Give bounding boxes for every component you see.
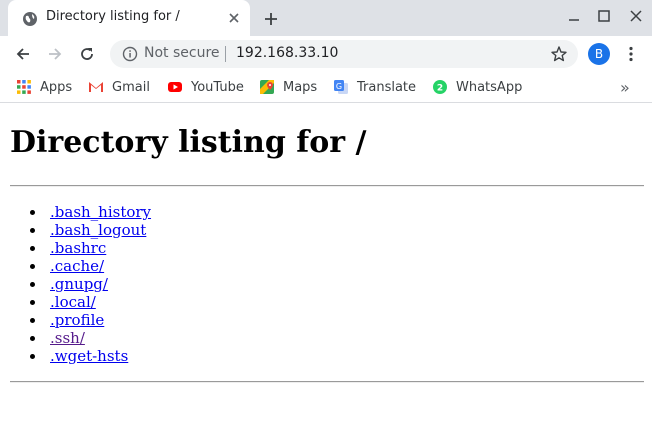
new-tab-icon[interactable] [262,10,280,28]
file-link[interactable]: .bashrc [50,239,106,257]
close-window-icon[interactable] [626,6,646,26]
folder-link[interactable]: .gnupg/ [50,275,108,293]
bookmark-label: YouTube [191,79,244,95]
profile-avatar[interactable]: B [588,43,610,65]
tab-title: Directory listing for / [46,9,180,24]
bottom-divider [10,381,644,383]
address-bar[interactable]: Not secure 192.168.33.10 [110,40,578,68]
svg-text:G: G [336,82,342,91]
more-vert-icon[interactable] [622,45,640,63]
folder-link[interactable]: .local/ [50,293,96,311]
bookmark-label: Apps [40,79,73,95]
not-secure-label: Not secure [144,45,220,61]
file-link[interactable]: .bash_logout [50,221,146,239]
bookmarks-overflow-icon[interactable]: » [620,78,630,97]
bookmarks-bar: Apps Gmail YouTube Maps G Translate 2 Wh… [0,72,652,103]
back-arrow-icon[interactable] [14,45,32,63]
file-link[interactable]: .bash_history [50,203,151,221]
bookmark-translate[interactable]: G Translate [333,78,416,96]
globe-icon [23,12,37,26]
bookmark-label: Maps [283,79,318,95]
whatsapp-icon: 2 [433,80,447,94]
translate-icon: G [334,80,348,94]
bookmark-youtube[interactable]: YouTube [167,78,244,96]
forward-arrow-icon[interactable] [46,45,64,63]
bookmark-label: Translate [357,79,417,95]
bookmark-maps[interactable]: Maps [259,78,317,96]
bookmark-whatsapp[interactable]: 2 WhatsApp [432,78,522,96]
page-content: Directory listing for / .bash_history .b… [0,103,652,440]
file-link[interactable]: .profile [50,311,104,329]
folder-link[interactable]: .ssh/ [50,329,85,347]
youtube-icon [168,82,182,92]
close-tab-icon[interactable] [226,10,242,26]
maximize-icon[interactable] [594,6,614,26]
apps-grid-icon [17,80,31,94]
info-icon[interactable] [122,46,138,62]
maps-icon [260,80,274,94]
tab-strip: Directory listing for / [0,0,652,36]
top-divider [10,185,644,187]
divider [225,46,226,62]
url-text[interactable]: 192.168.33.10 [236,45,338,61]
reload-icon[interactable] [78,45,96,63]
bookmark-label: WhatsApp [456,79,523,95]
gmail-icon [89,82,103,92]
bookmark-gmail[interactable]: Gmail [88,78,150,96]
bookmark-label: Gmail [112,79,150,95]
bookmark-star-icon[interactable] [550,45,568,63]
active-tab[interactable]: Directory listing for / [8,0,250,36]
folder-link[interactable]: .cache/ [50,257,104,275]
minimize-icon[interactable] [564,6,584,26]
bookmark-apps[interactable]: Apps [16,78,72,96]
file-link[interactable]: .wget-hsts [50,347,128,365]
page-heading: Directory listing for / [10,125,367,160]
svg-text:2: 2 [437,84,443,94]
